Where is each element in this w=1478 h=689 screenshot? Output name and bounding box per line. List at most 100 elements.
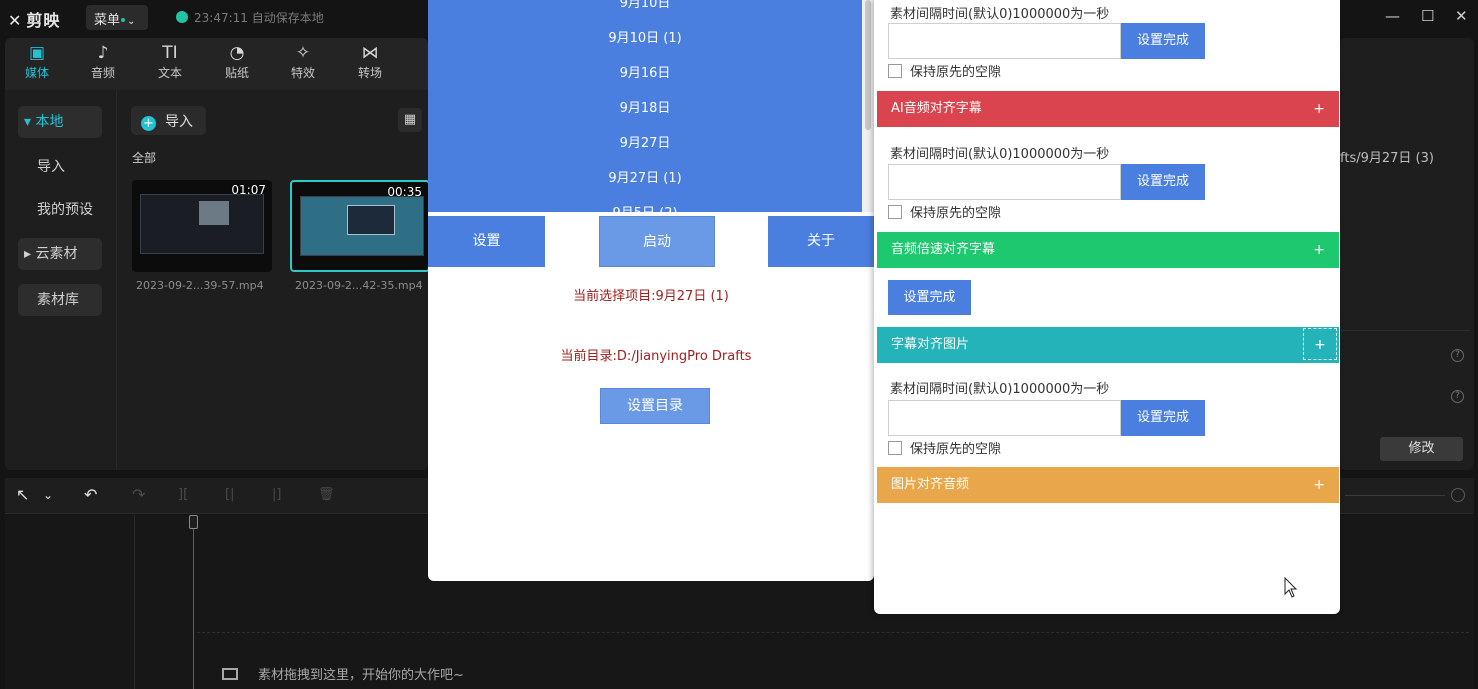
section-subtitle-image[interactable]: 字幕对齐图片 + bbox=[877, 327, 1339, 363]
draft-date-list[interactable]: 9月10日 9月10日 (1) 9月16日 9月18日 9月27日 9月27日 … bbox=[428, 0, 862, 212]
app-name: 剪映 bbox=[26, 11, 61, 30]
list-item[interactable]: 9月27日 bbox=[428, 132, 862, 151]
tab-audio[interactable]: ♪ 音频 bbox=[75, 42, 131, 81]
section-image-audio[interactable]: 图片对齐音频 + bbox=[877, 467, 1339, 503]
interval-input[interactable] bbox=[888, 400, 1121, 436]
section-ai-audio-subtitle[interactable]: AI音频对齐字幕 + bbox=[877, 91, 1339, 127]
settings-button[interactable]: 设置 bbox=[428, 216, 545, 267]
plus-icon: + bbox=[141, 116, 156, 131]
list-item[interactable]: 9月16日 bbox=[428, 62, 862, 81]
tab-effects[interactable]: ✧ 特效 bbox=[275, 42, 331, 81]
set-done-button[interactable]: 设置完成 bbox=[1121, 23, 1205, 59]
media-panel: ▣ 媒体 ♪ 音频 TI 文本 ◔ 贴纸 ✧ 特效 ⋈ 转场 ▾ 本地 导入 我的预设 ▸ … bbox=[5, 38, 428, 470]
grid-view-icon[interactable]: ▦ bbox=[398, 108, 422, 132]
set-done-button[interactable]: 设置完成 bbox=[888, 280, 971, 315]
side-item-library[interactable]: 素材库 bbox=[18, 284, 102, 316]
list-item[interactable]: 9月10日 (1) bbox=[428, 27, 862, 46]
properties-panel bbox=[1340, 38, 1474, 470]
plus-icon[interactable]: + bbox=[1303, 328, 1337, 360]
media-side-nav: ▾ 本地 导入 我的预设 ▸ 云素材 素材库 bbox=[5, 90, 117, 470]
thumbnail-preview bbox=[140, 194, 264, 254]
autosave-status: 23:47:11 自动保存本地 bbox=[176, 9, 324, 26]
modify-button[interactable]: 修改 bbox=[1380, 437, 1463, 461]
side-item-presets[interactable]: 我的预设 bbox=[18, 194, 102, 226]
section-title: 音频倍速对齐字幕 bbox=[891, 242, 996, 257]
redo-icon[interactable]: ↷ bbox=[132, 485, 145, 504]
help-icon[interactable]: ? bbox=[1451, 390, 1464, 403]
divider bbox=[1340, 330, 1470, 331]
zoom-fit-icon[interactable] bbox=[1451, 488, 1465, 502]
list-item[interactable]: 9月5日 (2) bbox=[428, 202, 862, 212]
menu-button[interactable]: 菜单 ⌄ bbox=[86, 5, 148, 30]
draft-tool-window: 9月10日 9月10日 (1) 9月16日 9月18日 9月27日 9月27日 … bbox=[428, 0, 874, 581]
interval-input[interactable] bbox=[888, 164, 1121, 200]
checkbox-label: 保持原先的空隙 bbox=[910, 65, 1002, 80]
tool-tabs: ▣ 媒体 ♪ 音频 TI 文本 ◔ 贴纸 ✧ 特效 ⋈ 转场 bbox=[5, 38, 428, 90]
keep-gap-checkbox[interactable]: 保持原先的空隙 bbox=[888, 202, 1001, 221]
import-button[interactable]: + 导入 bbox=[131, 106, 206, 135]
autosave-text: 23:47:11 自动保存本地 bbox=[194, 11, 324, 25]
scrollbar-thumb[interactable] bbox=[865, 0, 871, 130]
chevron-down-icon: ⌄ bbox=[127, 16, 136, 27]
side-item-cloud[interactable]: ▸ 云素材 bbox=[18, 238, 102, 270]
interval-input[interactable] bbox=[888, 23, 1121, 59]
checkbox-box[interactable] bbox=[888, 64, 902, 78]
current-directory-text: 当前目录:D:/JianyingPro Drafts bbox=[560, 349, 752, 364]
set-done-button[interactable]: 设置完成 bbox=[1121, 164, 1205, 200]
thumbnail-preview bbox=[300, 196, 424, 256]
set-done-button[interactable]: 设置完成 bbox=[1121, 400, 1205, 436]
tab-sticker[interactable]: ◔ 贴纸 bbox=[209, 42, 265, 81]
plus-icon[interactable]: + bbox=[1313, 91, 1325, 127]
start-button[interactable]: 启动 bbox=[599, 216, 715, 267]
clip-filename: 2023-09-2...42-35.mp4 bbox=[295, 279, 423, 292]
keep-gap-checkbox[interactable]: 保持原先的空隙 bbox=[888, 61, 1001, 80]
draft-path-text: fts/9月27日 (3) bbox=[1340, 151, 1434, 166]
tab-label: 音频 bbox=[90, 66, 115, 80]
plus-icon[interactable]: + bbox=[1313, 232, 1325, 268]
select-tool-icon[interactable]: ↖ bbox=[16, 485, 29, 504]
list-item[interactable]: 9月18日 bbox=[428, 97, 862, 116]
close-button[interactable]: ✕ bbox=[1455, 7, 1468, 25]
tab-label: 特效 bbox=[290, 66, 315, 80]
playhead-handle[interactable] bbox=[189, 515, 198, 529]
media-thumbnail[interactable]: 00:35 bbox=[290, 180, 428, 272]
chevron-down-icon[interactable]: ⌄ bbox=[43, 488, 53, 502]
list-item[interactable]: 9月27日 (1) bbox=[428, 167, 862, 186]
split-icon[interactable]: ][ bbox=[178, 487, 188, 502]
about-button[interactable]: 关于 bbox=[768, 216, 874, 267]
section-audio-speed-subtitle[interactable]: 音频倍速对齐字幕 + bbox=[877, 232, 1339, 268]
list-scrollbar[interactable] bbox=[862, 0, 874, 212]
tab-label: 转场 bbox=[357, 66, 382, 80]
help-icon[interactable]: ? bbox=[1451, 349, 1464, 362]
interval-label: 素材间隔时间(默认0)1000000为一秒 bbox=[890, 147, 1110, 162]
minimize-button[interactable]: — bbox=[1385, 7, 1400, 25]
list-item[interactable]: 9月10日 bbox=[428, 0, 862, 11]
side-item-local[interactable]: ▾ 本地 bbox=[18, 106, 102, 138]
checkbox-label: 保持原先的空隙 bbox=[910, 206, 1002, 221]
tab-transition[interactable]: ⋈ 转场 bbox=[342, 42, 398, 81]
undo-icon[interactable]: ↶ bbox=[84, 485, 97, 504]
checkbox-box[interactable] bbox=[888, 441, 902, 455]
filter-all[interactable]: 全部 bbox=[132, 149, 156, 166]
plus-icon[interactable]: + bbox=[1313, 467, 1325, 503]
split-left-icon[interactable]: [| bbox=[225, 487, 234, 502]
drop-hint: 素材拖拽到这里，开始你的大作吧~ bbox=[222, 664, 464, 683]
checkbox-box[interactable] bbox=[888, 205, 902, 219]
interval-label: 素材间隔时间(默认0)1000000为一秒 bbox=[890, 7, 1110, 22]
split-right-icon[interactable]: |] bbox=[272, 487, 281, 502]
tab-text[interactable]: TI 文本 bbox=[142, 42, 198, 81]
section-title: 图片对齐音频 bbox=[891, 477, 970, 492]
current-selection-text: 当前选择项目:9月27日 (1) bbox=[573, 289, 729, 304]
set-directory-button[interactable]: 设置目录 bbox=[600, 388, 710, 424]
zoom-slider[interactable] bbox=[1345, 495, 1445, 496]
checkbox-label: 保持原先的空隙 bbox=[910, 442, 1002, 457]
delete-icon[interactable]: 🗑 bbox=[318, 487, 335, 502]
tab-media[interactable]: ▣ 媒体 bbox=[9, 42, 65, 81]
maximize-button[interactable]: ☐ bbox=[1421, 7, 1434, 25]
side-item-import[interactable]: 导入 bbox=[18, 151, 102, 183]
keep-gap-checkbox[interactable]: 保持原先的空隙 bbox=[888, 438, 1001, 457]
playhead-line[interactable] bbox=[193, 523, 194, 689]
tab-label: 贴纸 bbox=[224, 66, 249, 80]
interval-label: 素材间隔时间(默认0)1000000为一秒 bbox=[890, 382, 1110, 397]
media-thumbnail[interactable]: 01:07 bbox=[132, 180, 272, 272]
